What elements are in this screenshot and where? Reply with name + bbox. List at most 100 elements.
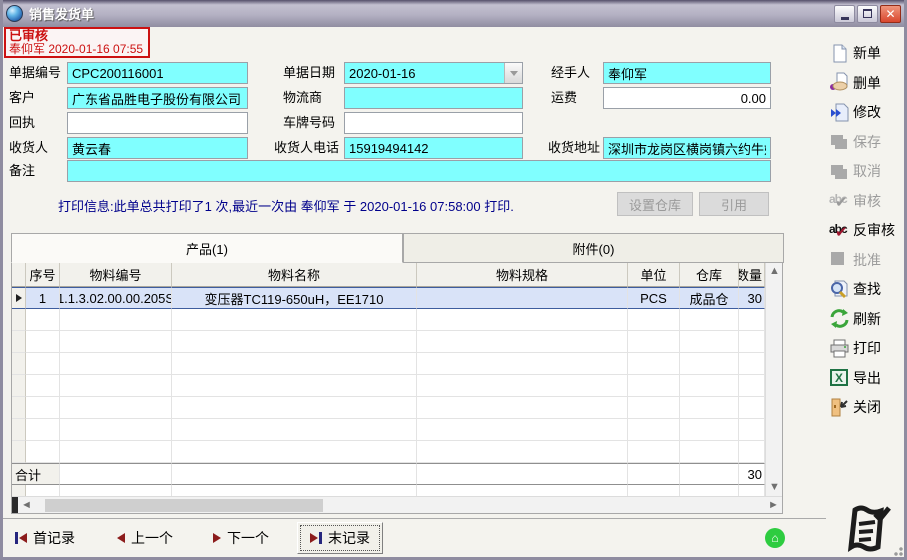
total-qty: 30 <box>739 463 765 485</box>
total-row: 合计 30 <box>12 463 782 485</box>
action-sidebar: 新单 删单 修改 保存 取消 abc✔ <box>829 42 907 418</box>
save-button: 保存 <box>829 131 907 153</box>
cell-unit[interactable]: PCS <box>628 287 680 309</box>
freight-field[interactable] <box>603 87 771 109</box>
col-unit[interactable]: 单位 <box>628 263 680 287</box>
phone-label: 收货人电话 <box>274 137 339 159</box>
new-doc-button[interactable]: 新单 <box>829 42 907 64</box>
audit-status: 已审核 <box>9 29 145 43</box>
cancel-button: 取消 <box>829 160 907 182</box>
approve-button: 批准 <box>829 249 907 271</box>
col-seq[interactable]: 序号 <box>26 263 60 287</box>
doc-date-combo[interactable] <box>344 62 523 84</box>
refresh-button[interactable]: 刷新 <box>829 308 907 330</box>
tab-products[interactable]: 产品(1) <box>11 233 403 263</box>
handler-field[interactable] <box>603 62 771 84</box>
customer-field[interactable] <box>67 87 248 109</box>
minimize-button[interactable] <box>834 5 855 23</box>
delete-doc-button[interactable]: 删单 <box>829 72 907 94</box>
consignee-label: 收货人 <box>9 137 48 159</box>
col-name[interactable]: 物料名称 <box>172 263 417 287</box>
row-arrow-icon <box>16 294 22 302</box>
row-selector-header <box>12 263 26 287</box>
phone-field[interactable] <box>344 137 523 159</box>
close-doc-icon <box>829 397 850 418</box>
prev-record-button[interactable]: 上一个 <box>117 528 173 548</box>
find-icon <box>829 279 850 300</box>
scroll-left-icon[interactable]: ◄ <box>18 497 35 514</box>
receipt-field[interactable] <box>67 112 248 134</box>
signed-doc-icon <box>839 502 897 556</box>
cell-name[interactable]: 变压器TC119-650uH，EE1710 <box>172 287 417 309</box>
receipt-label: 回执 <box>9 112 35 134</box>
cancel-icon <box>829 161 850 182</box>
unaudit-button[interactable]: abc✔ 反审核 <box>829 219 907 241</box>
cell-seq[interactable]: 1 <box>26 287 60 309</box>
export-button[interactable]: X 导出 <box>829 367 907 389</box>
table-row[interactable]: 1 1.1.3.02.00.00.205S 变压器TC119-650uH，EE1… <box>12 287 782 309</box>
plate-no-field[interactable] <box>344 112 523 134</box>
vertical-scrollbar[interactable]: ▲ ▼ <box>765 263 782 496</box>
scroll-right-icon[interactable]: ► <box>765 497 782 514</box>
print-button[interactable]: 打印 <box>829 337 907 359</box>
first-record-button[interactable]: 首记录 <box>15 528 75 548</box>
cell-warehouse[interactable]: 成品仓 <box>680 287 739 309</box>
grid-header-row: 序号 物料编号 物料名称 物料规格 单位 仓库 数量 <box>12 263 782 287</box>
close-doc-button[interactable]: 关闭 <box>829 396 907 418</box>
title-bar: 销售发货单 ✕ <box>0 0 907 27</box>
empty-grid-row <box>12 441 782 463</box>
tab-attachments[interactable]: 附件(0) <box>403 233 784 263</box>
empty-grid-row <box>12 419 782 441</box>
approve-icon <box>829 249 850 270</box>
scroll-up-icon[interactable]: ▲ <box>766 263 783 280</box>
green-badge-icon[interactable]: ⌂ <box>765 528 785 548</box>
scroll-down-icon[interactable]: ▼ <box>766 479 783 496</box>
close-button[interactable]: ✕ <box>880 5 901 23</box>
empty-rows-top <box>12 309 782 463</box>
cell-spec[interactable] <box>417 287 628 309</box>
resize-grip[interactable] <box>891 544 903 556</box>
cell-code[interactable]: 1.1.3.02.00.00.205S <box>60 287 172 309</box>
audit-button: abc✔ 审核 <box>829 190 907 212</box>
col-spec[interactable]: 物料规格 <box>417 263 628 287</box>
prev-record-icon <box>117 533 125 543</box>
consignee-field[interactable] <box>67 137 248 159</box>
doc-no-label: 单据编号 <box>9 62 61 84</box>
col-code[interactable]: 物料编号 <box>60 263 172 287</box>
audit-stamp: 已审核 奉仰军 2020-01-16 07:55 <box>4 27 150 58</box>
find-button[interactable]: 查找 <box>829 278 907 300</box>
horizontal-scrollbar[interactable]: ◄ ► <box>12 496 782 513</box>
address-field[interactable] <box>603 137 771 159</box>
col-warehouse[interactable]: 仓库 <box>680 263 739 287</box>
doc-no-field[interactable] <box>67 62 248 84</box>
col-qty[interactable]: 数量 <box>739 263 765 287</box>
next-record-icon <box>213 533 221 543</box>
current-row-marker <box>12 287 26 309</box>
address-label: 收货地址 <box>548 137 600 159</box>
cell-qty[interactable]: 30 <box>739 287 765 309</box>
items-grid: 序号 物料编号 物料名称 物料规格 单位 仓库 数量 1 1.1.3.02.00… <box>11 262 783 514</box>
app-window: 销售发货单 ✕ 已审核 奉仰军 2020-01-16 07:55 单据编号 单据… <box>0 0 907 560</box>
maximize-icon <box>863 9 872 18</box>
doc-date-label: 单据日期 <box>283 62 335 84</box>
next-record-button[interactable]: 下一个 <box>213 528 269 548</box>
maximize-button[interactable] <box>857 5 878 23</box>
modify-button[interactable]: 修改 <box>829 101 907 123</box>
empty-grid-row <box>12 353 782 375</box>
total-label: 合计 <box>12 463 60 485</box>
last-record-icon <box>310 532 322 544</box>
plate-no-label: 车牌号码 <box>283 112 335 134</box>
export-icon: X <box>829 367 850 388</box>
logistics-field[interactable] <box>344 87 523 109</box>
record-navbar: 首记录 上一个 下一个 末记录 <box>3 518 826 557</box>
remark-field[interactable] <box>67 160 771 182</box>
empty-grid-row <box>12 331 782 353</box>
scrollbar-thumb[interactable] <box>45 499 323 512</box>
first-record-icon <box>15 532 27 544</box>
empty-grid-row <box>12 375 782 397</box>
modify-icon <box>829 102 850 123</box>
last-record-button[interactable]: 末记录 <box>297 522 383 554</box>
chevron-down-icon[interactable] <box>504 63 522 83</box>
remark-label: 备注 <box>9 160 35 182</box>
svg-text:X: X <box>835 371 843 385</box>
